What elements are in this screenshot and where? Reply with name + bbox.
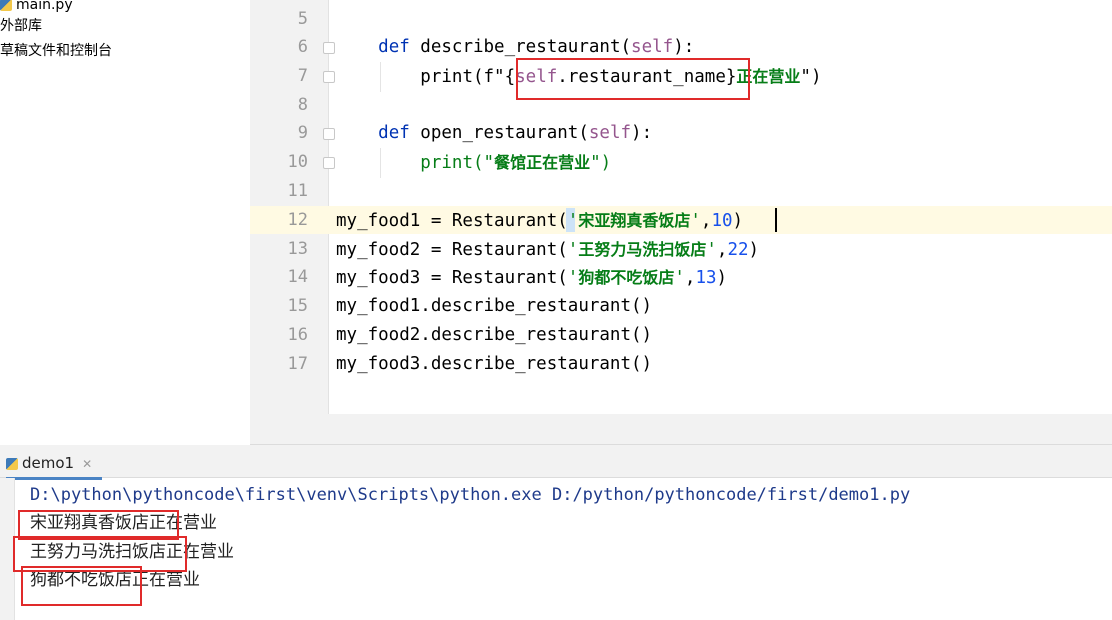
line-number: 15 — [287, 296, 308, 316]
project-item-label: main.py — [16, 0, 73, 13]
run-panel-header: demo1 ✕ — [0, 445, 1112, 480]
tab-demo1[interactable]: demo1 ✕ — [6, 449, 103, 480]
line-number: 8 — [297, 95, 308, 115]
python-run-icon — [6, 457, 18, 470]
line-number: 17 — [287, 354, 308, 374]
project-item-main-py[interactable]: main.py — [0, 0, 73, 16]
code-line-15: my_food1.describe_restaurant() — [336, 296, 653, 316]
editor-bottom-strip — [250, 414, 1112, 445]
code-line-16: my_food2.describe_restaurant() — [336, 325, 653, 345]
run-tab-label: demo1 — [22, 454, 75, 472]
annotation-box-self-restaurant-name — [516, 58, 750, 100]
line-number: 11 — [287, 181, 308, 201]
code-line-12: my_food1 = Restaurant('宋亚翔真香饭店',10) — [336, 211, 744, 231]
line-number: 16 — [287, 325, 308, 345]
code-line-9: def open_restaurant(self): — [378, 123, 653, 143]
code-line-17: my_food3.describe_restaurant() — [336, 354, 653, 374]
code-line-13: my_food2 = Restaurant('王努力马洗扫饭店',22) — [336, 240, 760, 260]
annotation-box-output-3 — [21, 566, 142, 606]
line-number: 5 — [297, 9, 308, 29]
line-number: 9 — [297, 123, 308, 143]
project-item-label: 外部库 — [0, 18, 42, 34]
code-line-14: my_food3 = Restaurant('狗都不吃饭店',13) — [336, 268, 728, 288]
project-tree-panel: main.py 外部库 草稿文件和控制台 — [0, 0, 251, 444]
project-item-scratches[interactable]: 草稿文件和控制台 — [0, 40, 112, 62]
python-file-icon — [0, 0, 12, 11]
close-icon[interactable]: ✕ — [82, 457, 92, 471]
line-number: 12 — [287, 210, 308, 230]
line-number: 7 — [297, 66, 308, 86]
line-number: 14 — [287, 267, 308, 287]
code-line-10: print("餐馆正在营业") — [420, 153, 612, 173]
text-cursor — [775, 208, 777, 232]
fold-marker-icon[interactable] — [323, 71, 335, 83]
console-command-line: D:\python\pythoncode\first\venv\Scripts\… — [30, 485, 911, 505]
project-item-external-libraries[interactable]: 外部库 — [0, 15, 42, 37]
fold-marker-icon[interactable] — [323, 128, 335, 140]
project-item-label: 草稿文件和控制台 — [0, 43, 112, 59]
line-number: 6 — [297, 37, 308, 57]
line-number: 10 — [287, 152, 308, 172]
fold-marker-icon[interactable] — [323, 157, 335, 169]
line-number: 13 — [287, 239, 308, 259]
fold-marker-icon[interactable] — [323, 42, 335, 54]
